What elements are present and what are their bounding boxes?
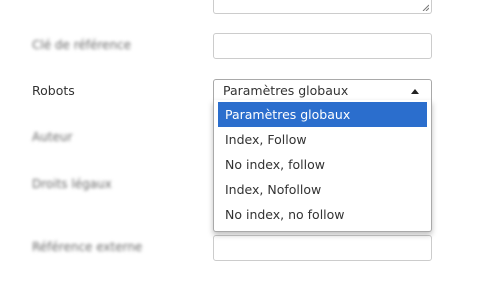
robots-select-value: Paramètres globaux	[223, 83, 349, 98]
rights-label: Droits légaux	[32, 177, 112, 191]
article-metadata-form: Clé de référence Robots Paramètres globa…	[0, 0, 500, 300]
external-reference-label: Référence externe	[32, 240, 143, 254]
robots-select[interactable]: Paramètres globaux	[213, 79, 432, 101]
meta-keywords-input[interactable]	[213, 33, 432, 59]
resize-grip-icon[interactable]	[422, 4, 429, 11]
robots-dropdown-list: Paramètres globaux Index, Follow No inde…	[213, 100, 432, 232]
robots-option-noindex-follow[interactable]: No index, follow	[218, 152, 427, 177]
robots-option-index-follow[interactable]: Index, Follow	[218, 127, 427, 152]
robots-option-index-nofollow[interactable]: Index, Nofollow	[218, 177, 427, 202]
meta-keywords-label: Clé de référence	[32, 38, 132, 52]
robots-label: Robots	[32, 83, 75, 98]
robots-option-noindex-nofollow[interactable]: No index, no follow	[218, 202, 427, 227]
caret-up-icon	[411, 89, 419, 94]
author-label: Auteur	[32, 130, 73, 144]
external-reference-input[interactable]	[213, 235, 432, 261]
description-textarea[interactable]	[213, 0, 432, 14]
robots-option-global[interactable]: Paramètres globaux	[218, 102, 427, 127]
